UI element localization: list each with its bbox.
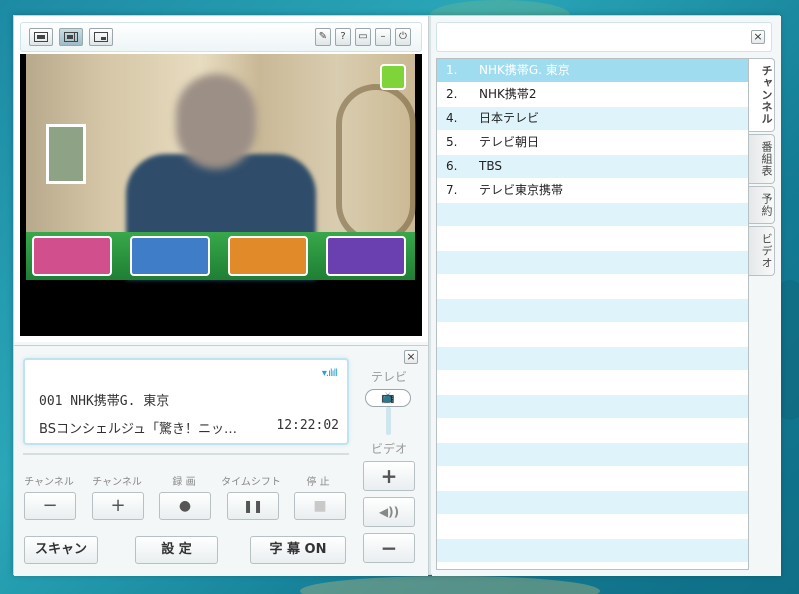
empty-row	[437, 203, 748, 227]
menu-card	[326, 236, 406, 276]
empty-row	[437, 467, 748, 491]
empty-row	[437, 371, 748, 395]
channel-number: 1.	[446, 63, 458, 77]
channel-name: テレビ東京携帯	[479, 183, 564, 197]
viewer-panel: ✎ ? ▭ – ⏻	[14, 16, 428, 342]
stop-button[interactable]: ■	[294, 492, 346, 520]
minimize-icon[interactable]: –	[375, 28, 391, 46]
channel-name: TBS	[479, 159, 502, 173]
channel-row[interactable]: 2. NHK携帯2	[437, 83, 748, 107]
channel-number: 4.	[446, 111, 458, 125]
help-icon[interactable]: ?	[335, 28, 351, 46]
layout-mini-icon	[94, 32, 108, 42]
channel-list: 1. NHK携帯G. 東京 2. NHK携帯2 4. 日本テレビ 5. テレビ朝日 6. TBS 7…	[436, 58, 749, 570]
tv-switch-label: テレビ	[370, 370, 407, 384]
channel-row[interactable]: 5. テレビ朝日	[437, 131, 748, 155]
scene-person-head	[176, 74, 256, 169]
empty-row	[437, 515, 748, 539]
channel-name: 001 NHK携帯G. 東京	[39, 394, 170, 409]
video-switch-label: ビデオ	[370, 442, 407, 456]
channel-down-button[interactable]: −	[24, 492, 76, 520]
now-playing-panel: ▾.ılıll 001 NHK携帯G. 東京 BSコンシェルジュ「驚き！ニッ… …	[23, 358, 349, 445]
timeshift-label: タイムシフト	[221, 477, 281, 488]
layout-single-icon	[34, 32, 48, 42]
channel-name: NHK携帯2	[479, 87, 537, 101]
background-leaf	[300, 576, 600, 594]
channel-down-label: チャンネル	[24, 477, 74, 488]
channel-name: NHK携帯G. 東京	[479, 63, 570, 77]
channel-number: 2.	[446, 87, 458, 101]
window-icon[interactable]: ▭	[355, 28, 371, 46]
close-icon[interactable]: ×	[404, 350, 418, 364]
program-title: BSコンシェルジュ「驚き！ニッ…	[39, 422, 238, 437]
channel-name: テレビ朝日	[479, 135, 540, 149]
timeshift-button[interactable]: ❚❚	[227, 492, 279, 520]
video-area[interactable]	[20, 54, 422, 336]
side-tabs: チャンネル 番組表 予約 ビデオ	[749, 58, 777, 278]
panel-divider[interactable]	[428, 16, 431, 574]
layout-split-icon	[64, 32, 78, 42]
close-icon[interactable]: ×	[751, 30, 765, 44]
empty-row	[437, 419, 748, 443]
channel-row[interactable]: 1. NHK携帯G. 東京	[437, 59, 748, 83]
menu-card	[228, 236, 308, 276]
layout-mini-button[interactable]	[89, 28, 113, 46]
app-window: ✎ ? ▭ – ⏻ × ▾.ılıll 001 NHK携帯G. 東京 BSコンシ…	[13, 15, 781, 576]
source-switch-track[interactable]	[386, 407, 391, 435]
empty-row	[437, 251, 748, 275]
channel-row[interactable]: 6. TBS	[437, 155, 748, 179]
subtitle-button[interactable]: 字 幕 ON	[250, 536, 346, 564]
tab-program-guide[interactable]: 番組表	[749, 134, 775, 184]
volume-up-button[interactable]: +	[363, 461, 415, 491]
channel-number: 6.	[446, 159, 458, 173]
channel-row[interactable]: 4. 日本テレビ	[437, 107, 748, 131]
empty-row	[437, 299, 748, 323]
empty-row	[437, 323, 748, 347]
divider	[23, 453, 349, 455]
tv-icon[interactable]: 📺	[365, 389, 411, 407]
layout-split-button[interactable]	[59, 28, 83, 46]
empty-row	[437, 443, 748, 467]
empty-row	[437, 539, 748, 563]
tool-icon[interactable]: ✎	[315, 28, 331, 46]
empty-row	[437, 395, 748, 419]
channel-panel: × 1. NHK携帯G. 東京 2. NHK携帯2 4. 日本テレビ 5. テレビ朝日 6. TB…	[432, 16, 781, 576]
scene-picture	[46, 124, 86, 184]
menu-card	[32, 236, 112, 276]
channel-number: 7.	[446, 183, 458, 197]
search-input[interactable]: ×	[436, 22, 772, 52]
video-frame	[26, 54, 416, 280]
volume-icon[interactable]: ◀))	[363, 497, 415, 527]
record-label: 録 画	[172, 477, 196, 488]
empty-row	[437, 275, 748, 299]
signal-icon: ▾.ılıll	[321, 368, 338, 379]
channel-name: 日本テレビ	[479, 111, 540, 125]
tv-logo	[380, 64, 406, 90]
channel-up-label: チャンネル	[92, 477, 142, 488]
channel-number: 5.	[446, 135, 458, 149]
empty-row	[437, 491, 748, 515]
controls-panel: × ▾.ılıll 001 NHK携帯G. 東京 BSコンシェルジュ「驚き！ニッ…	[14, 345, 428, 576]
stop-label: 停 止	[306, 477, 330, 488]
empty-row	[437, 227, 748, 251]
scene-vine	[336, 84, 416, 244]
tab-video[interactable]: ビデオ	[749, 226, 775, 276]
layout-single-button[interactable]	[29, 28, 53, 46]
settings-button[interactable]: 設 定	[135, 536, 218, 564]
power-icon[interactable]: ⏻	[395, 28, 411, 46]
menu-card	[130, 236, 210, 276]
tab-reservation[interactable]: 予約	[749, 186, 775, 224]
channel-row[interactable]: 7. テレビ東京携帯	[437, 179, 748, 203]
viewer-toolbar: ✎ ? ▭ – ⏻	[20, 22, 422, 52]
record-button[interactable]: ●	[159, 492, 211, 520]
scan-button[interactable]: スキャン	[24, 536, 98, 564]
empty-row	[437, 347, 748, 371]
volume-down-button[interactable]: −	[363, 533, 415, 563]
tab-channel[interactable]: チャンネル	[749, 58, 775, 132]
channel-up-button[interactable]: +	[92, 492, 144, 520]
clock: 12:22:02	[276, 418, 339, 433]
